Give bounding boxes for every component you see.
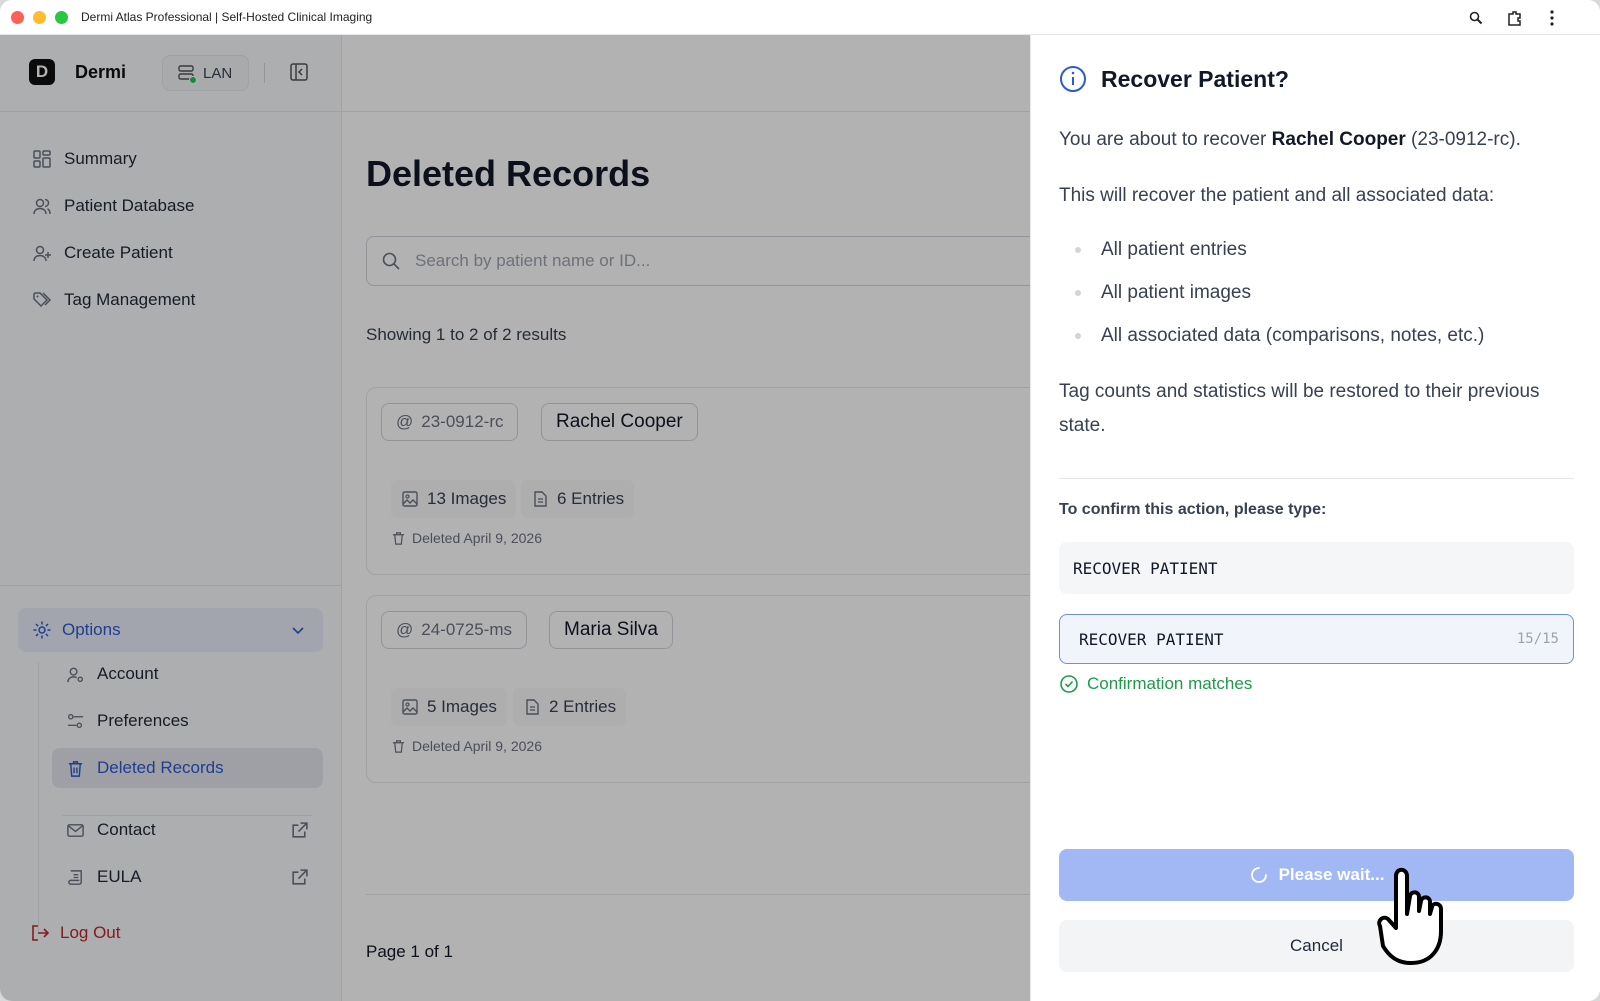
extensions-icon[interactable] bbox=[1505, 8, 1525, 28]
dialog-intro: You are about to recover Rachel Cooper (… bbox=[1059, 123, 1569, 157]
more-vert-icon[interactable] bbox=[1542, 8, 1562, 28]
list-item: All patient entries bbox=[1075, 235, 1484, 278]
list-item: All associated data (comparisons, notes,… bbox=[1075, 321, 1484, 364]
zoom-icon[interactable] bbox=[1466, 8, 1486, 28]
zoom-window-button[interactable] bbox=[55, 11, 68, 24]
info-icon bbox=[1060, 66, 1086, 92]
recover-items-list: All patient entries All patient images A… bbox=[1075, 235, 1484, 364]
confirmation-status: Confirmation matches bbox=[1059, 674, 1252, 694]
dialog-note: Tag counts and statistics will be restor… bbox=[1059, 381, 1540, 436]
recover-button-label: Please wait... bbox=[1278, 865, 1385, 884]
intro-prefix: You are about to recover bbox=[1059, 129, 1272, 150]
recover-button[interactable]: Please wait... bbox=[1059, 849, 1574, 901]
confirm-input-value: RECOVER PATIENT bbox=[1079, 629, 1224, 649]
confirm-input[interactable]: RECOVER PATIENT 15/15 bbox=[1059, 614, 1574, 664]
spinner-icon bbox=[1250, 867, 1267, 883]
confirm-label: To confirm this action, please type: bbox=[1059, 501, 1327, 518]
dialog-title: Recover Patient? bbox=[1059, 65, 1289, 93]
intro-patient-id: (23-0912-rc). bbox=[1405, 129, 1521, 150]
dialog-lead: This will recover the patient and all as… bbox=[1059, 185, 1495, 206]
hand-cursor-icon bbox=[1377, 867, 1443, 965]
title-bar: Dermi Atlas Professional | Self-Hosted C… bbox=[0, 0, 1600, 35]
intro-patient-name: Rachel Cooper bbox=[1271, 129, 1406, 150]
list-item: All patient images bbox=[1075, 278, 1484, 321]
app-window: Dermi Atlas Professional | Self-Hosted C… bbox=[0, 0, 1600, 1001]
char-counter: 15/15 bbox=[1516, 631, 1559, 647]
cancel-button[interactable]: Cancel bbox=[1059, 920, 1574, 972]
confirmation-status-text: Confirmation matches bbox=[1087, 674, 1253, 693]
window-title: Dermi Atlas Professional | Self-Hosted C… bbox=[81, 10, 373, 24]
modal-backdrop[interactable] bbox=[0, 35, 1030, 1001]
check-circle-icon bbox=[1060, 675, 1078, 693]
close-window-button[interactable] bbox=[11, 11, 24, 24]
confirm-phrase: RECOVER PATIENT bbox=[1059, 542, 1574, 594]
dialog-divider bbox=[1059, 478, 1574, 479]
recover-patient-dialog: Recover Patient? You are about to recove… bbox=[1030, 35, 1600, 1001]
dialog-title-text: Recover Patient? bbox=[1101, 65, 1289, 92]
minimize-window-button[interactable] bbox=[33, 11, 46, 24]
